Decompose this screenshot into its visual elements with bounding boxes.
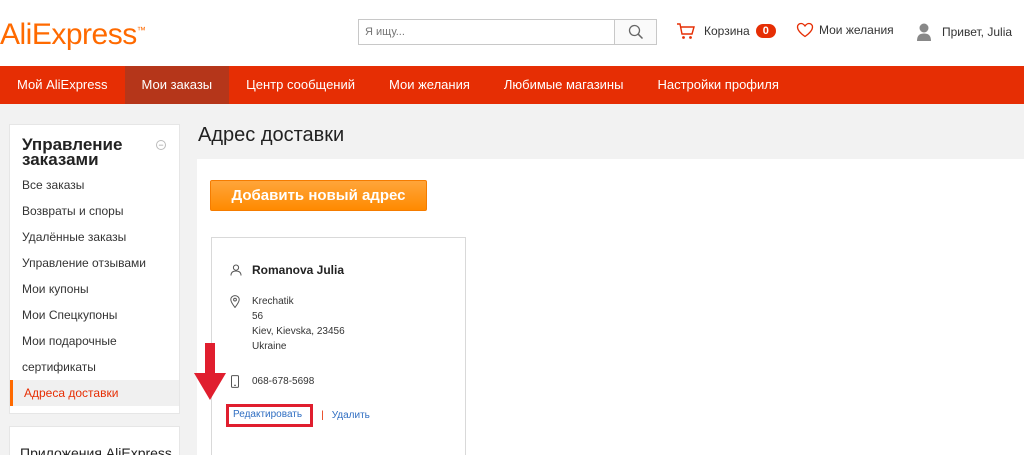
top-header: AliExpress™ Корзина 0 Мои желания Привет…	[0, 0, 1024, 66]
user-greeting: Привет, Julia	[942, 25, 1013, 39]
apps-panel: Приложения AliExpress	[9, 426, 180, 455]
user-avatar-icon	[917, 23, 931, 41]
aliexpress-logo[interactable]: AliExpress™	[0, 18, 146, 52]
sidebar-item-coupons[interactable]: Мои купоны	[10, 276, 179, 302]
sidebar-item-gift-cards-cont[interactable]: сертификаты	[10, 354, 179, 380]
wishlist-link[interactable]: Мои желания	[796, 22, 894, 38]
sidebar-title: Управление заказами	[22, 135, 123, 169]
sidebar-item-returns-disputes[interactable]: Возвраты и споры	[10, 198, 179, 224]
address-row: Krechatik 56 Kiev, Kievska, 23456 Ukrain…	[230, 294, 345, 354]
address-city: Kiev, Kievska, 23456	[252, 326, 345, 337]
page-title: Адрес доставки	[198, 124, 345, 146]
add-new-address-button[interactable]: Добавить новый адрес	[210, 180, 427, 211]
sidebar-list: Все заказы Возвраты и споры Удалённые за…	[10, 172, 179, 406]
location-pin-icon	[230, 295, 240, 308]
sidebar-item-deleted-orders[interactable]: Удалённые заказы	[10, 224, 179, 250]
collapse-icon[interactable]: −	[156, 140, 166, 150]
nav-my-aliexpress[interactable]: Мой AliExpress	[0, 66, 125, 104]
address-card: Romanova Julia Krechatik 56 Kiev, Kievsk…	[211, 237, 466, 455]
user-menu[interactable]: Привет, Julia	[916, 22, 1012, 42]
person-icon	[230, 264, 242, 276]
sidebar-item-gift-cards[interactable]: Мои подарочные	[10, 328, 179, 354]
order-management-sidebar: Управление заказами − Все заказы Возврат…	[9, 124, 180, 414]
nav-message-center[interactable]: Центр сообщений	[229, 66, 372, 104]
cart-icon	[677, 23, 695, 39]
sidebar-item-shipping-addresses[interactable]: Адреса доставки	[10, 380, 179, 406]
nav-my-orders[interactable]: Мои заказы	[124, 66, 230, 104]
search-input[interactable]	[359, 20, 614, 44]
phone-row: 068-678-5698	[230, 375, 314, 388]
edit-address-link[interactable]: Редактировать	[233, 409, 302, 420]
address-street: Krechatik	[252, 296, 294, 307]
nav-favorite-stores[interactable]: Любимые магазины	[487, 66, 641, 104]
sidebar-item-reviews[interactable]: Управление отзывами	[10, 250, 179, 276]
cart-count-badge: 0	[755, 24, 776, 38]
cart-link[interactable]: Корзина 0	[676, 22, 776, 40]
address-house: 56	[252, 311, 264, 322]
sidebar-item-all-orders[interactable]: Все заказы	[10, 172, 179, 198]
search-button[interactable]	[614, 20, 656, 44]
recipient-name: Romanova Julia	[252, 263, 345, 277]
phone-icon	[231, 375, 239, 388]
cart-label: Корзина	[704, 24, 750, 38]
heart-icon	[796, 22, 814, 38]
edit-highlight-box: Редактировать	[226, 404, 314, 427]
sidebar-item-special-coupons[interactable]: Мои Спецкупоны	[10, 302, 179, 328]
nav-profile-settings[interactable]: Настройки профиля	[640, 66, 795, 104]
apps-title: Приложения AliExpress	[20, 445, 172, 455]
search-bar	[358, 19, 657, 45]
main-nav: Мой AliExpress Мои заказы Центр сообщени…	[0, 66, 1024, 104]
annotation-arrow-icon	[194, 343, 226, 400]
card-actions: Редактировать | Удалить	[226, 404, 370, 427]
wishlist-label: Мои желания	[819, 23, 894, 37]
address-panel: Добавить новый адрес Romanova Julia Krec…	[197, 159, 1024, 455]
nav-wishlist[interactable]: Мои желания	[372, 66, 487, 104]
address-lines: Krechatik 56 Kiev, Kievska, 23456 Ukrain…	[252, 294, 345, 354]
name-row: Romanova Julia	[230, 262, 344, 277]
action-separator: |	[321, 410, 324, 421]
search-icon	[628, 24, 643, 40]
delete-address-link[interactable]: Удалить	[332, 410, 370, 421]
phone-number: 068-678-5698	[252, 376, 315, 387]
address-country: Ukraine	[252, 341, 287, 352]
